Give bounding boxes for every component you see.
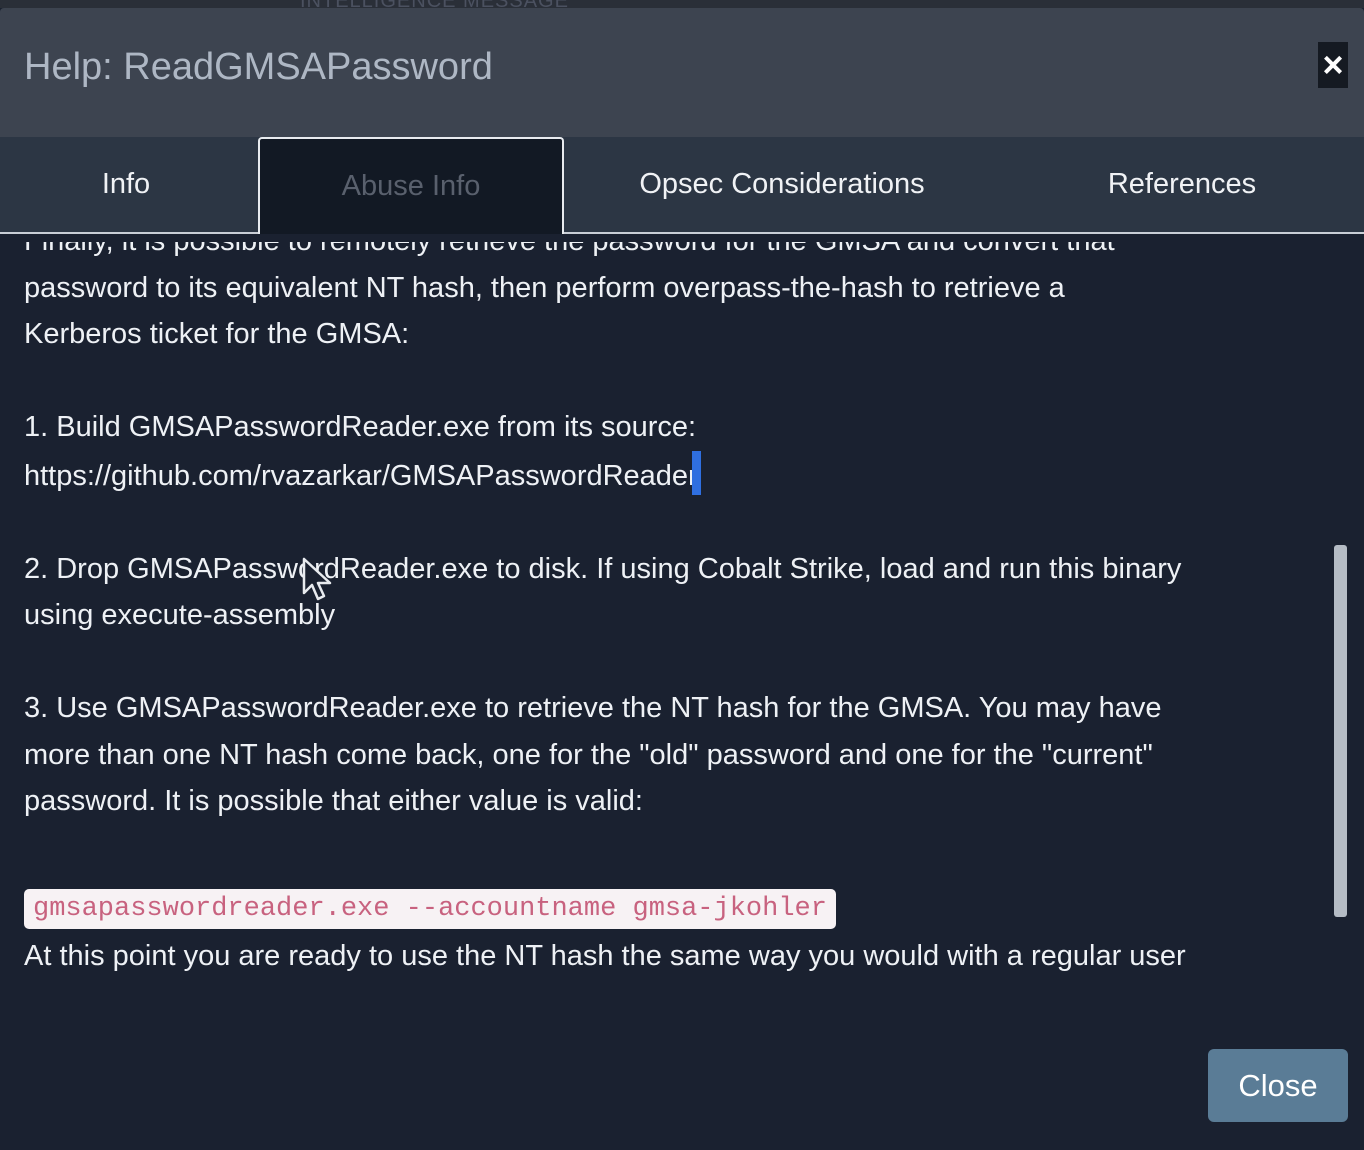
step1-link[interactable]: https://github.com/rvazarkar/GMSAPasswor… [24,460,698,492]
tab-references-label: References [1107,168,1257,200]
tab-info[interactable]: Info [0,137,252,232]
code-row: gmsapasswordreader.exe --accountname gms… [24,883,1334,933]
content-scrollbar-thumb[interactable] [1334,545,1347,917]
tab-divider-right [564,232,1364,234]
close-button[interactable]: Close [1208,1049,1348,1122]
tab-opsec-considerations[interactable]: Opsec Considerations [566,137,998,232]
intro-line-1: password to its equivalent NT hash, then… [24,271,1065,304]
tab-bar: Info Abuse Info Opsec Considerations Ref… [0,137,1364,234]
dialog-title: Help: ReadGMSAPassword [24,46,493,88]
help-dialog: Help: ReadGMSAPassword × Info Abuse Info… [0,8,1364,1150]
step3-line-3: password. It is possible that either val… [24,785,643,817]
clipped-top-line: Finally, it is possible to remotely retr… [24,242,1334,265]
step3-line-1: 3. Use GMSAPasswordReader.exe to retriev… [24,692,1162,724]
content-text: Finally, it is possible to remotely retr… [24,242,1334,979]
clipped-bottom-line: At this point you are ready to use the N… [24,939,1186,972]
step2-line-2: using execute-assembly [24,599,336,631]
tab-abuse-info-label: Abuse Info [341,170,481,202]
close-x-button[interactable]: × [1318,42,1348,88]
close-x-icon: × [1322,44,1344,85]
step3-line-2: more than one NT hash come back, one for… [24,738,1153,771]
tab-divider-left [0,232,258,234]
tab-opsec-considerations-label: Opsec Considerations [639,168,925,200]
step1-line-1: 1. Build GMSAPasswordReader.exe from its… [24,411,697,443]
tab-references[interactable]: References [1000,137,1364,232]
text-selection-caret [691,450,701,495]
step2-line-1: 2. Drop GMSAPasswordReader.exe to disk. … [24,552,1182,585]
step1-link-line: https://github.com/rvazarkar/GMSAPasswor… [24,450,1334,500]
code-command: gmsapasswordreader.exe --accountname gms… [24,888,836,929]
tab-info-label: Info [101,168,151,200]
tab-abuse-info[interactable]: Abuse Info [258,137,564,234]
intro-line-2: Kerberos ticket for the GMSA: [24,318,410,350]
dialog-header: Help: ReadGMSAPassword × [0,8,1364,137]
mouse-pointer-icon [302,557,332,601]
abuse-info-content[interactable]: Finally, it is possible to remotely retr… [0,242,1364,980]
